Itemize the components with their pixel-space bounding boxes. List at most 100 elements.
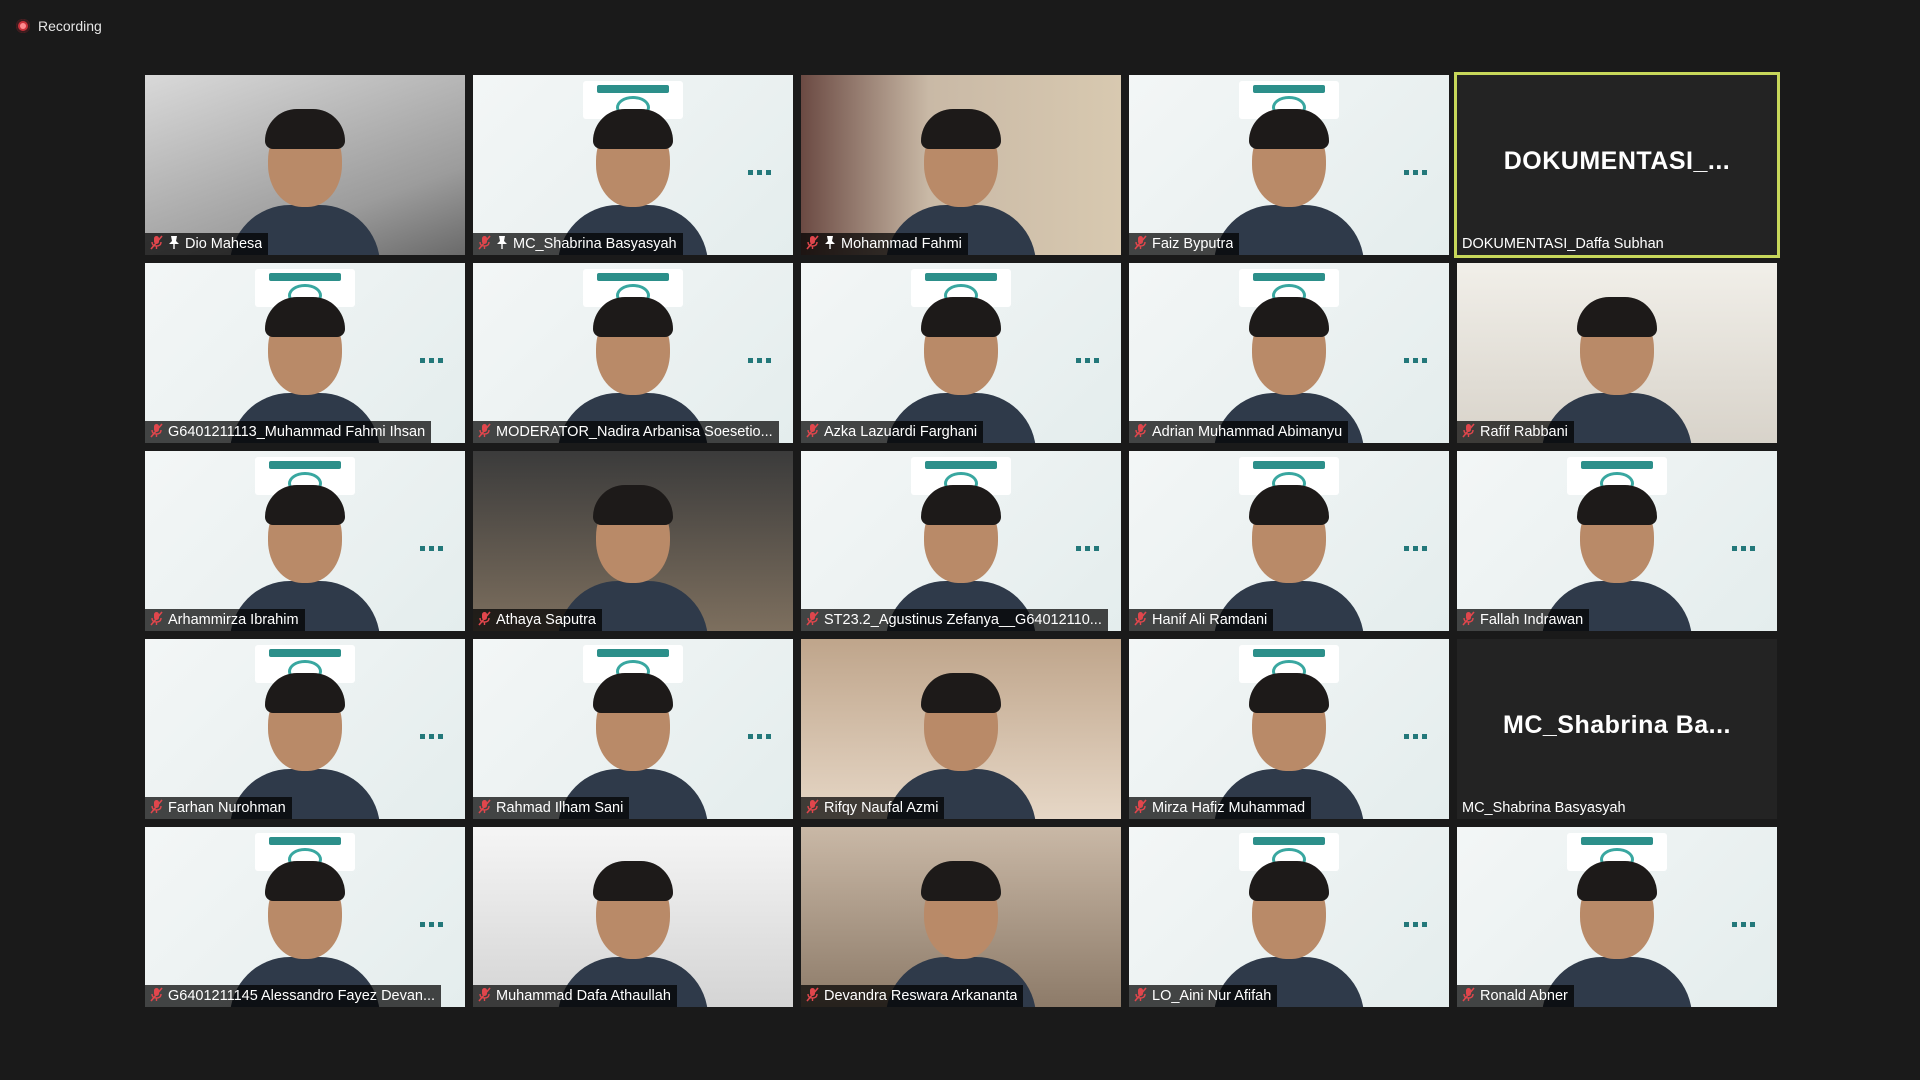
participant-tile[interactable]: LO_Aini Nur Afifah — [1129, 827, 1449, 1007]
participant-name: Mohammad Fahmi — [841, 236, 962, 252]
mic-muted-icon — [478, 610, 491, 630]
participant-namebar: Mohammad Fahmi — [801, 233, 968, 255]
participant-tile[interactable]: Farhan Nurohman — [145, 639, 465, 819]
mic-muted-icon — [478, 234, 491, 254]
participant-tile[interactable]: Adrian Muhammad Abimanyu — [1129, 263, 1449, 443]
participant-namebar: Athaya Saputra — [473, 609, 602, 631]
mic-muted-icon — [806, 610, 819, 630]
participant-name: MC_Shabrina Basyasyah — [1462, 800, 1626, 816]
participant-namebar: DOKUMENTASI_Daffa Subhan — [1457, 233, 1670, 255]
participant-tile[interactable]: Rifqy Naufal Azmi — [801, 639, 1121, 819]
participant-tile[interactable]: DOKUMENTASI_... DOKUMENTASI_Daffa Subhan — [1457, 75, 1777, 255]
participant-tile[interactable]: Rafif Rabbani — [1457, 263, 1777, 443]
pin-icon — [168, 235, 180, 254]
participant-name: MODERATOR_Nadira Arbanisa Soesetio... — [496, 424, 773, 440]
participant-namebar: G6401211113_Muhammad Fahmi Ihsan — [145, 421, 432, 443]
recording-indicator: Recording — [16, 16, 102, 36]
participant-name: Adrian Muhammad Abimanyu — [1152, 424, 1343, 440]
participant-tile[interactable]: Dio Mahesa — [145, 75, 465, 255]
mic-muted-icon — [150, 422, 163, 442]
participant-namebar: MODERATOR_Nadira Arbanisa Soesetio... — [473, 421, 779, 443]
mic-muted-icon — [478, 986, 491, 1006]
mic-muted-icon — [150, 610, 163, 630]
participant-namebar: Muhammad Dafa Athaullah — [473, 985, 677, 1007]
participant-namebar: Ronald Abner — [1457, 985, 1574, 1007]
participant-figure — [1542, 857, 1692, 1007]
participant-tile[interactable]: Mohammad Fahmi — [801, 75, 1121, 255]
participant-tile[interactable]: Mirza Hafiz Muhammad — [1129, 639, 1449, 819]
participant-name: Faiz Byputra — [1152, 236, 1234, 252]
participant-tile[interactable]: MODERATOR_Nadira Arbanisa Soesetio... — [473, 263, 793, 443]
mic-muted-icon — [1134, 422, 1147, 442]
participant-figure — [1542, 293, 1692, 443]
participant-tile[interactable]: Arhammirza Ibrahim — [145, 451, 465, 631]
participant-name: Dio Mahesa — [185, 236, 263, 252]
participant-name: G6401211145 Alessandro Fayez Devan... — [168, 988, 436, 1004]
watermark-dots — [748, 734, 771, 739]
participant-name: Muhammad Dafa Athaullah — [496, 988, 671, 1004]
mic-muted-icon — [150, 798, 163, 818]
participant-tile[interactable]: Athaya Saputra — [473, 451, 793, 631]
participant-tile[interactable]: MC_Shabrina Basyasyah — [473, 75, 793, 255]
participant-namebar: Farhan Nurohman — [145, 797, 292, 819]
participant-tile[interactable]: Hanif Ali Ramdani — [1129, 451, 1449, 631]
watermark-dots — [1404, 170, 1427, 175]
participant-tile[interactable]: MC_Shabrina Ba... MC_Shabrina Basyasyah — [1457, 639, 1777, 819]
participant-tile[interactable]: Devandra Reswara Arkananta — [801, 827, 1121, 1007]
participant-namebar: LO_Aini Nur Afifah — [1129, 985, 1278, 1007]
participant-namebar: Mirza Hafiz Muhammad — [1129, 797, 1312, 819]
participant-name: DOKUMENTASI_Daffa Subhan — [1462, 236, 1664, 252]
mic-muted-icon — [1462, 610, 1475, 630]
watermark-dots — [748, 170, 771, 175]
participant-name: Rahmad Ilham Sani — [496, 800, 624, 816]
participant-name: Fallah Indrawan — [1480, 612, 1584, 628]
mic-muted-icon — [1134, 986, 1147, 1006]
participant-tile[interactable]: Faiz Byputra — [1129, 75, 1449, 255]
participant-namebar: Adrian Muhammad Abimanyu — [1129, 421, 1349, 443]
watermark-dots — [748, 358, 771, 363]
participant-namebar: Devandra Reswara Arkananta — [801, 985, 1024, 1007]
participant-name: LO_Aini Nur Afifah — [1152, 988, 1272, 1004]
participant-tile[interactable]: Ronald Abner — [1457, 827, 1777, 1007]
participant-name: ST23.2_Agustinus Zefanya__G64012110... — [824, 612, 1102, 628]
participant-namebar: Rahmad Ilham Sani — [473, 797, 630, 819]
participant-name: Rifqy Naufal Azmi — [824, 800, 939, 816]
participant-namebar: MC_Shabrina Basyasyah — [473, 233, 683, 255]
gallery-view-grid: Dio Mahesa MC_Shabrina Basyasyah Mohammad … — [145, 75, 1777, 1007]
participant-name: Azka Lazuardi Farghani — [824, 424, 978, 440]
participant-namebar: Hanif Ali Ramdani — [1129, 609, 1274, 631]
mic-muted-icon — [1134, 610, 1147, 630]
participant-tile[interactable]: ST23.2_Agustinus Zefanya__G64012110... — [801, 451, 1121, 631]
participant-tile[interactable]: G6401211113_Muhammad Fahmi Ihsan — [145, 263, 465, 443]
participant-name: Hanif Ali Ramdani — [1152, 612, 1268, 628]
watermark-dots — [1404, 546, 1427, 551]
mic-muted-icon — [150, 234, 163, 254]
mic-muted-icon — [1462, 422, 1475, 442]
participant-tile[interactable]: Rahmad Ilham Sani — [473, 639, 793, 819]
participant-big-label: MC_Shabrina Ba... — [1503, 711, 1731, 739]
participant-tile[interactable]: G6401211145 Alessandro Fayez Devan... — [145, 827, 465, 1007]
participant-namebar: Rifqy Naufal Azmi — [801, 797, 945, 819]
watermark-dots — [1732, 546, 1755, 551]
mic-muted-icon — [806, 422, 819, 442]
recording-label: Recording — [38, 18, 102, 34]
pin-icon — [824, 235, 836, 254]
mic-muted-icon — [478, 798, 491, 818]
participant-namebar: ST23.2_Agustinus Zefanya__G64012110... — [801, 609, 1108, 631]
participant-namebar: Fallah Indrawan — [1457, 609, 1590, 631]
participant-tile[interactable]: Azka Lazuardi Farghani — [801, 263, 1121, 443]
participant-name: Athaya Saputra — [496, 612, 596, 628]
participant-big-label: DOKUMENTASI_... — [1503, 147, 1731, 175]
mic-muted-icon — [806, 986, 819, 1006]
participant-namebar: Faiz Byputra — [1129, 233, 1240, 255]
participant-name: Mirza Hafiz Muhammad — [1152, 800, 1306, 816]
participant-tile[interactable]: Fallah Indrawan — [1457, 451, 1777, 631]
watermark-dots — [420, 546, 443, 551]
participant-namebar: Arhammirza Ibrahim — [145, 609, 305, 631]
participant-name: Farhan Nurohman — [168, 800, 286, 816]
participant-namebar: MC_Shabrina Basyasyah — [1457, 797, 1632, 819]
watermark-dots — [1404, 734, 1427, 739]
mic-muted-icon — [478, 422, 491, 442]
participant-name: G6401211113_Muhammad Fahmi Ihsan — [168, 424, 426, 440]
participant-tile[interactable]: Muhammad Dafa Athaullah — [473, 827, 793, 1007]
